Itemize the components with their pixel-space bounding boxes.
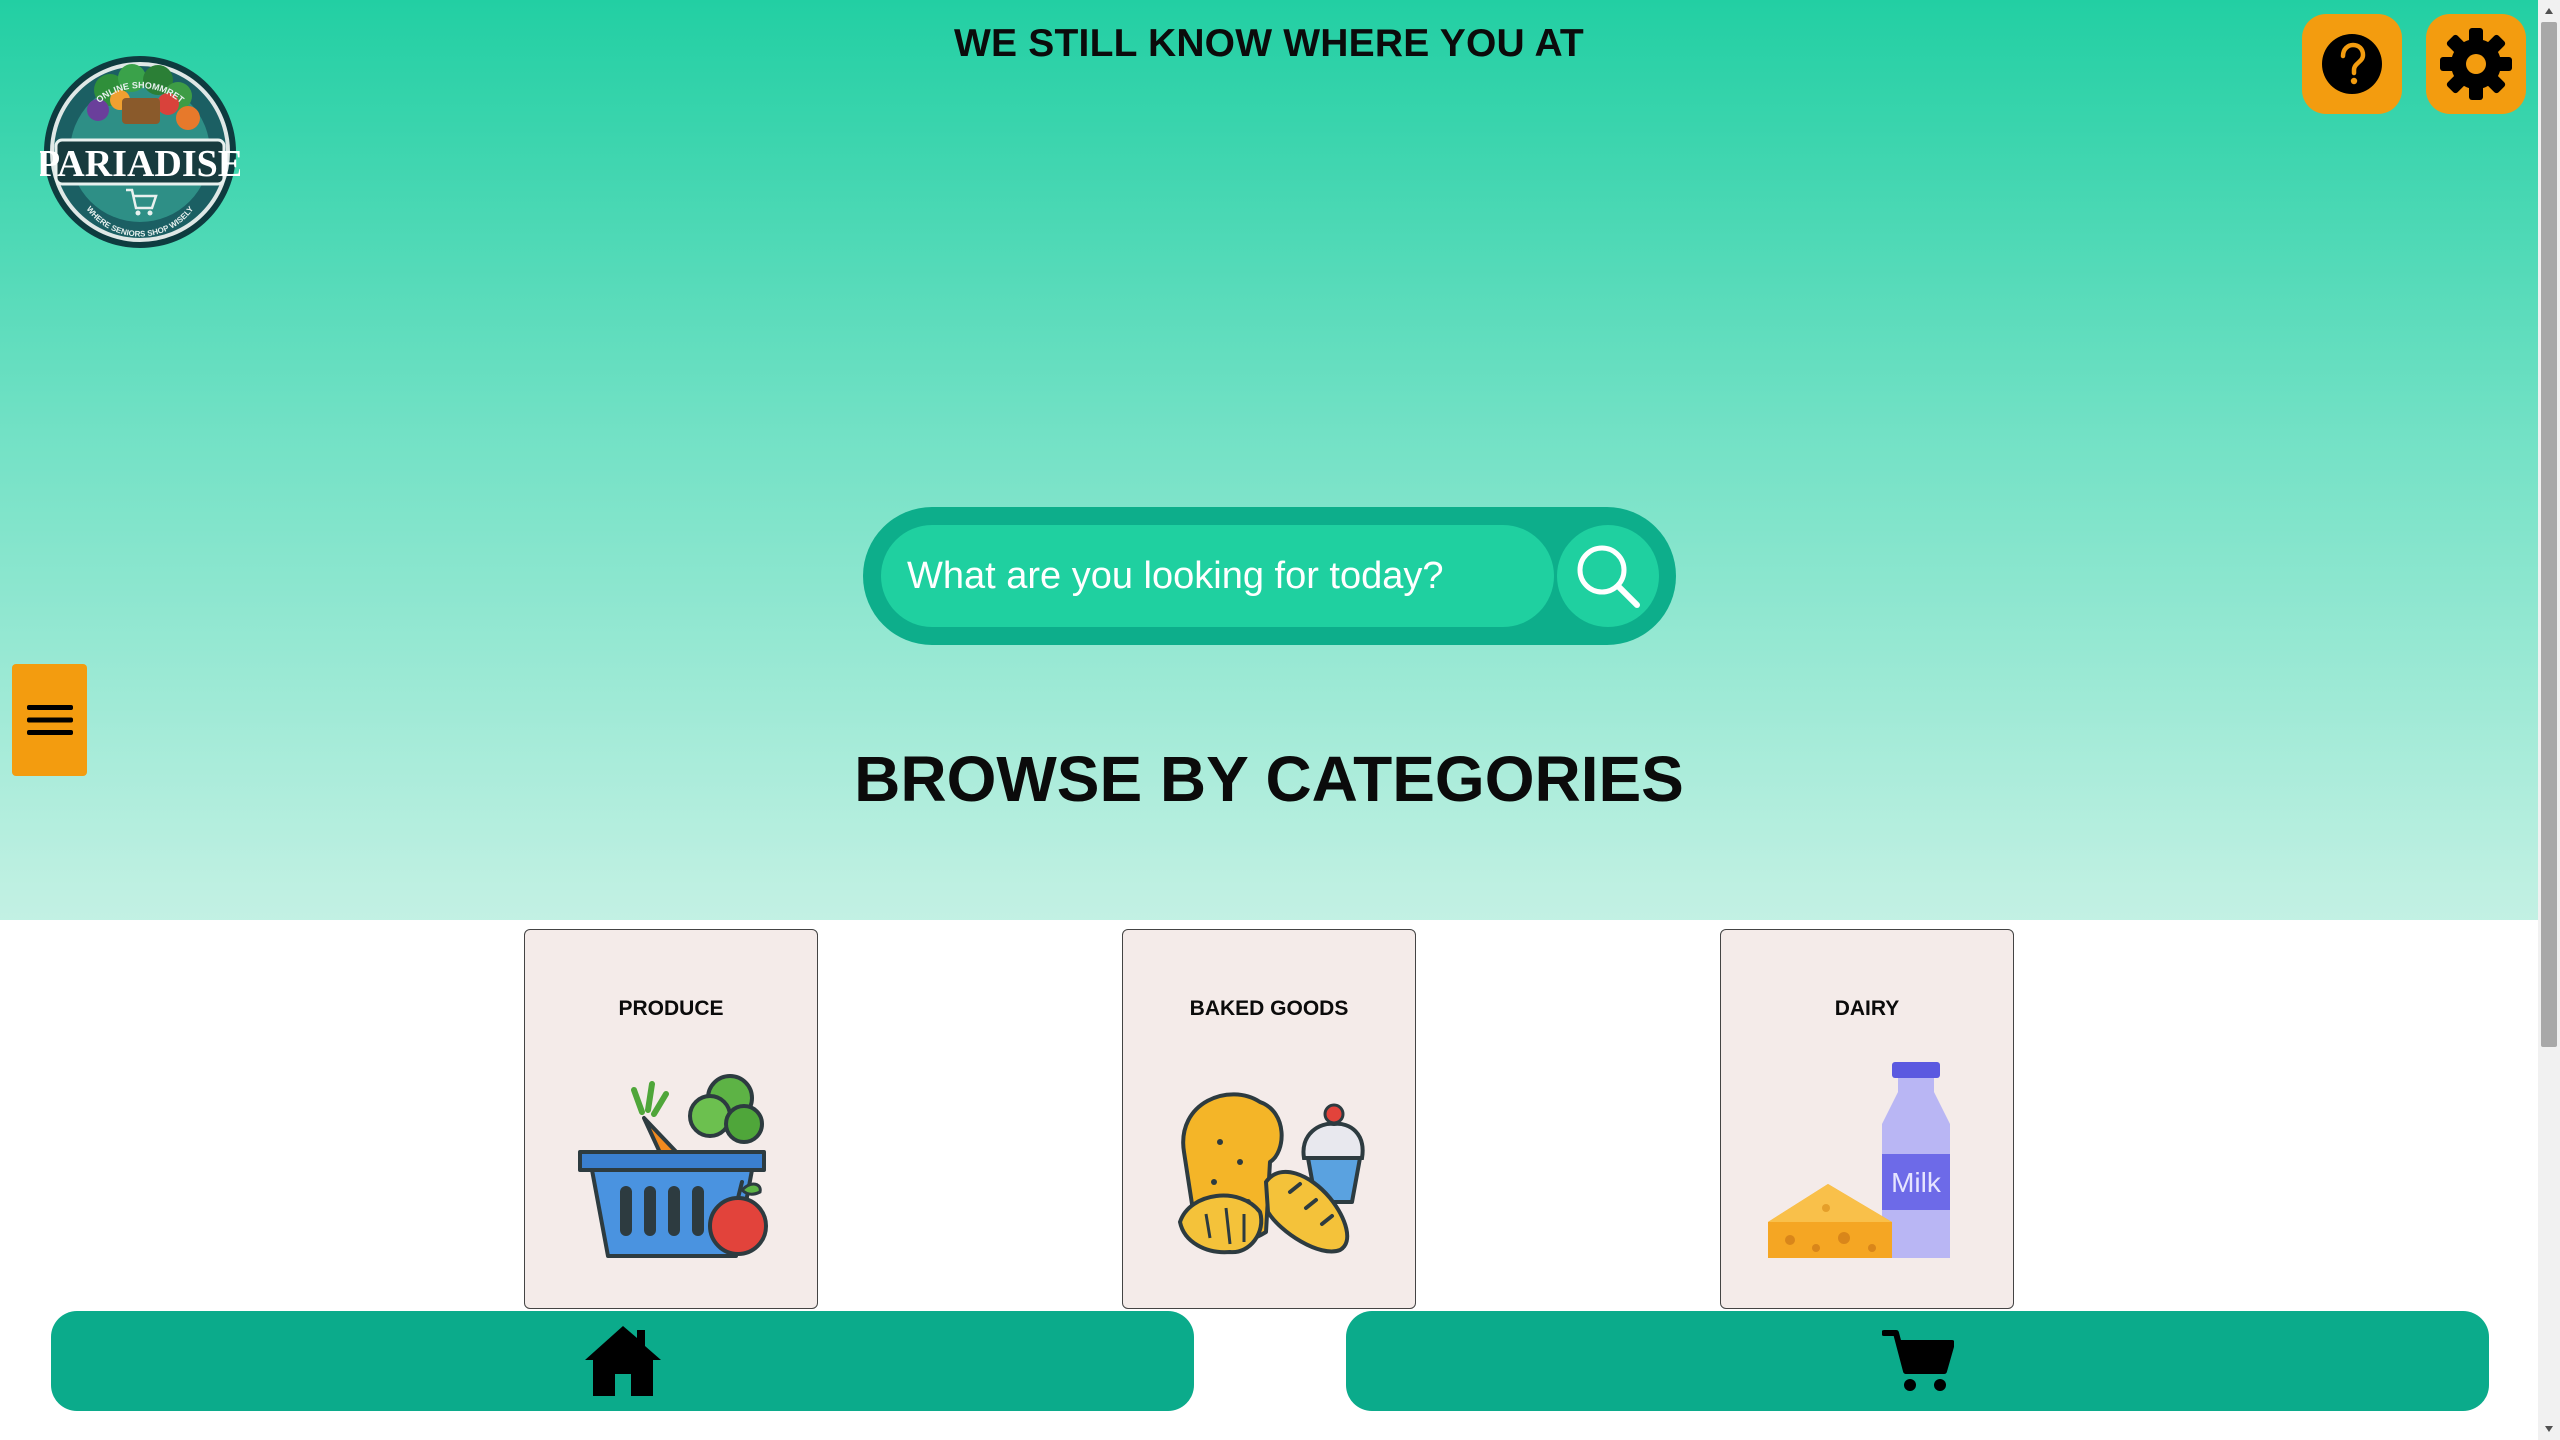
gear-icon bbox=[2440, 28, 2512, 100]
produce-basket-icon bbox=[578, 1074, 768, 1258]
category-card-produce[interactable]: PRODUCE bbox=[524, 929, 818, 1309]
hamburger-menu-icon bbox=[26, 705, 73, 735]
page-banner: WE STILL KNOW WHERE YOU AT bbox=[954, 22, 1584, 65]
category-card-dairy[interactable]: DAIRY Milk bbox=[1720, 929, 2014, 1309]
category-label: PRODUCE bbox=[618, 997, 724, 1020]
scroll-up-icon[interactable] bbox=[2538, 0, 2560, 22]
home-icon bbox=[584, 1326, 661, 1396]
milk-label: Milk bbox=[1891, 1167, 1942, 1198]
settings-button[interactable] bbox=[2426, 14, 2526, 114]
dairy-icon: Milk bbox=[1768, 1062, 1950, 1258]
brand-logo[interactable]: ONLINE SHOMMRET PARIADISE WHERE SENIORS … bbox=[37, 52, 243, 252]
category-card-baked-goods[interactable]: BAKED GOODS bbox=[1122, 929, 1416, 1309]
home-nav-button[interactable] bbox=[51, 1311, 1194, 1411]
question-mark-icon bbox=[2322, 34, 2382, 94]
scrollbar-thumb[interactable] bbox=[2541, 22, 2557, 1047]
cart-nav-button[interactable] bbox=[1346, 1311, 2489, 1411]
search-input[interactable] bbox=[881, 525, 1554, 627]
logo-brand-name: PARIADISE bbox=[40, 143, 240, 185]
vertical-scrollbar[interactable] bbox=[2538, 0, 2560, 1440]
search-button[interactable] bbox=[1557, 525, 1659, 627]
category-label: BAKED GOODS bbox=[1189, 997, 1349, 1020]
help-button[interactable] bbox=[2302, 14, 2402, 114]
cart-icon bbox=[1881, 1330, 1954, 1391]
search-bar bbox=[863, 507, 1676, 645]
category-label: DAIRY bbox=[1834, 997, 1900, 1020]
scroll-down-icon[interactable] bbox=[2538, 1418, 2560, 1440]
categories-title: BROWSE BY CATEGORIES bbox=[854, 743, 1684, 815]
search-icon bbox=[1577, 545, 1640, 608]
baked-goods-icon bbox=[1177, 1092, 1365, 1255]
